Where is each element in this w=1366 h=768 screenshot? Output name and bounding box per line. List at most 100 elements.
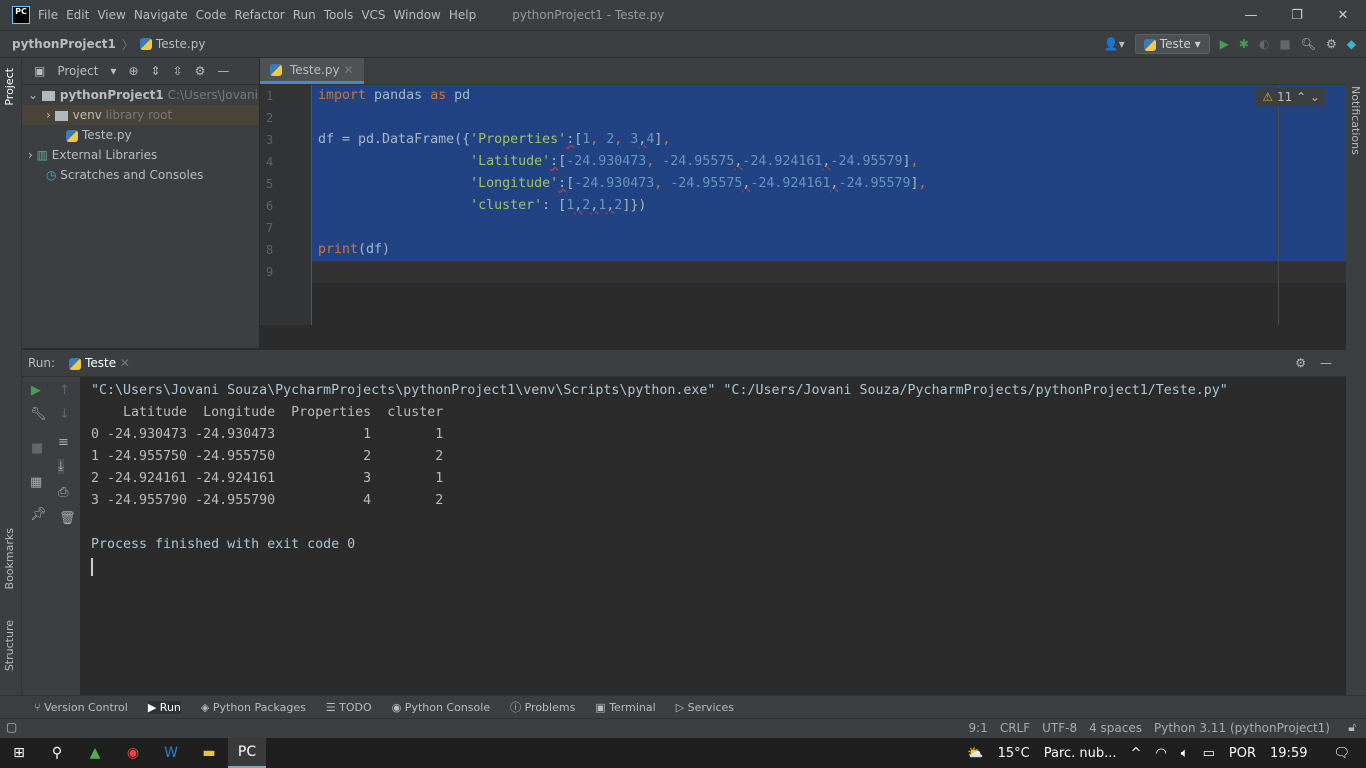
menu-refactor[interactable]: Refactor: [234, 8, 284, 22]
hide-icon[interactable]: —: [1320, 356, 1332, 370]
tool-tab-version-control[interactable]: ⑂ Version Control: [34, 701, 128, 714]
close-tab-icon[interactable]: ✕: [120, 356, 130, 370]
editor-tab-teste-py[interactable]: Teste.py ✕: [260, 58, 364, 84]
google-drive-icon[interactable]: ▲: [76, 738, 114, 768]
tree-item-scratches[interactable]: ◷ Scratches and Consoles: [22, 165, 259, 185]
menu-view[interactable]: View: [97, 8, 125, 22]
project-tool-tab[interactable]: Project: [3, 68, 16, 106]
tool-tab-python-packages[interactable]: ◈ Python Packages: [201, 701, 306, 714]
locate-icon[interactable]: ⊕: [128, 64, 138, 78]
inspection-widget[interactable]: ⚠ 11 ⌃ ⌄: [1256, 88, 1326, 106]
menu-vcs[interactable]: VCS: [361, 8, 385, 22]
up-icon[interactable]: ↑: [59, 383, 70, 398]
tool-tab-problems[interactable]: ⓘ Problems: [510, 699, 575, 715]
tool-tab-services[interactable]: ▷ Services: [676, 701, 734, 714]
wifi-icon[interactable]: ◠: [1155, 746, 1166, 761]
run-icon[interactable]: ▶: [1220, 37, 1229, 51]
maximize-button[interactable]: ❐: [1274, 0, 1320, 30]
project-view-select[interactable]: Project: [57, 64, 98, 78]
layout-toggle-icon[interactable]: ▢: [6, 720, 17, 734]
code-line[interactable]: [312, 217, 1346, 239]
line-separator[interactable]: CRLF: [1000, 721, 1030, 735]
bookmarks-tool-tab[interactable]: Bookmarks: [3, 528, 16, 589]
breadcrumb-project[interactable]: pythonProject1: [12, 37, 116, 51]
windows-start-icon[interactable]: ⊞: [0, 738, 38, 768]
breadcrumb-file[interactable]: Teste.py: [156, 37, 206, 51]
run-tab-teste[interactable]: Teste ✕: [69, 356, 130, 370]
code-line[interactable]: [312, 261, 1346, 283]
pin-icon[interactable]: 📌︎: [30, 507, 47, 522]
clock[interactable]: 19:59: [1270, 746, 1307, 761]
menu-edit[interactable]: Edit: [66, 8, 89, 22]
tree-item-project-root[interactable]: ⌄ pythonProject1 C:\Users\Jovani Sou: [22, 85, 259, 105]
chrome-icon[interactable]: ◉: [114, 738, 152, 768]
file-encoding[interactable]: UTF-8: [1042, 721, 1077, 735]
soft-wrap-icon[interactable]: ≡: [58, 435, 69, 450]
code-line[interactable]: 'Latitude':[-24.930473, -24.95575, -24.92…: [312, 151, 1346, 173]
code-line[interactable]: import pandas as pd: [312, 85, 1346, 107]
lock-icon[interactable]: 🔓︎: [1348, 720, 1356, 735]
menu-file[interactable]: File: [38, 8, 58, 22]
stop-icon[interactable]: ■: [1279, 37, 1290, 51]
chevron-down-icon[interactable]: ▾: [110, 64, 116, 78]
rerun-icon[interactable]: ▶: [31, 383, 41, 398]
console-output[interactable]: "C:\Users\Jovani Souza\PycharmProjects\p…: [80, 377, 1346, 695]
menu-help[interactable]: Help: [449, 8, 476, 22]
tool-tab-python-console[interactable]: ◉ Python Console: [392, 701, 490, 714]
gear-icon[interactable]: ⚙: [195, 64, 206, 78]
expand-all-icon[interactable]: ⇕: [151, 64, 161, 78]
trash-icon[interactable]: 🗑︎: [59, 511, 76, 526]
code-line[interactable]: 'Longitude':[-24.930473, -24.95575, -24.9…: [312, 173, 1346, 195]
tree-item-teste-py[interactable]: Teste.py: [22, 125, 259, 145]
volume-icon[interactable]: 🔈︎: [1181, 746, 1189, 761]
temperature[interactable]: 15°C: [998, 746, 1030, 761]
search-icon[interactable]: ⚲: [38, 738, 76, 768]
tool-tab-todo[interactable]: ☰ TODO: [326, 701, 372, 714]
scroll-to-end-icon[interactable]: ⤓: [58, 459, 64, 474]
pycharm-taskbar-icon[interactable]: PC: [228, 738, 266, 768]
close-button[interactable]: ✕: [1320, 0, 1366, 30]
menu-navigate[interactable]: Navigate: [134, 8, 188, 22]
notifications-tool-tab[interactable]: Notifications: [1349, 86, 1362, 155]
tree-item-venv[interactable]: › venv library root: [22, 105, 259, 125]
coverage-icon[interactable]: ◐: [1259, 37, 1269, 51]
minimize-button[interactable]: —: [1228, 0, 1274, 30]
word-icon[interactable]: W: [152, 738, 190, 768]
collapse-all-icon[interactable]: ⇳: [173, 64, 183, 78]
user-icon[interactable]: 👤▾: [1104, 37, 1125, 51]
search-icon[interactable]: 🔍︎: [1301, 37, 1316, 51]
battery-icon[interactable]: ▭: [1203, 746, 1215, 761]
tree-item-external-libraries[interactable]: › ▥ External Libraries: [22, 145, 259, 165]
code-line[interactable]: print(df): [312, 239, 1346, 261]
wrench-icon[interactable]: 🔧︎: [30, 407, 47, 422]
tool-tab-run[interactable]: ▶ Run: [147, 700, 181, 714]
menu-run[interactable]: Run: [293, 8, 316, 22]
caret-position[interactable]: 9:1: [969, 721, 988, 735]
notification-center-icon[interactable]: 🗨︎: [1333, 746, 1350, 761]
structure-tool-tab[interactable]: Structure: [3, 620, 16, 671]
weather-icon[interactable]: ⛅: [967, 746, 983, 761]
stop-icon[interactable]: ■: [31, 441, 43, 456]
hide-icon[interactable]: —: [217, 64, 229, 78]
gear-icon[interactable]: ⚙: [1326, 37, 1337, 51]
menu-tools[interactable]: Tools: [324, 8, 354, 22]
debug-icon[interactable]: ✱: [1239, 37, 1249, 51]
code-line[interactable]: 'cluster': [1,2,1,2]}): [312, 195, 1346, 217]
down-icon[interactable]: ↓: [59, 407, 70, 422]
code-line[interactable]: df = pd.DataFrame({'Properties':[1, 2, 3…: [312, 129, 1346, 151]
code-line[interactable]: [312, 107, 1346, 129]
file-explorer-icon[interactable]: ▬: [190, 738, 228, 768]
close-tab-icon[interactable]: ✕: [344, 63, 354, 77]
language-indicator[interactable]: POR: [1229, 746, 1256, 761]
gear-icon[interactable]: ⚙: [1295, 356, 1306, 370]
menu-window[interactable]: Window: [394, 8, 441, 22]
print-icon[interactable]: ⎙: [58, 485, 68, 500]
weather-text[interactable]: Parc. nub...: [1044, 746, 1117, 761]
layout-icon[interactable]: ▦: [30, 475, 42, 490]
menu-code[interactable]: Code: [196, 8, 227, 22]
indent-setting[interactable]: 4 spaces: [1089, 721, 1142, 735]
code-area[interactable]: import pandas as pd df = pd.DataFrame({'P…: [312, 85, 1346, 325]
run-config-select[interactable]: Teste ▾: [1134, 34, 1210, 54]
jetbrains-icon[interactable]: ◆: [1347, 37, 1356, 51]
tool-tab-terminal[interactable]: ▣ Terminal: [595, 701, 655, 714]
